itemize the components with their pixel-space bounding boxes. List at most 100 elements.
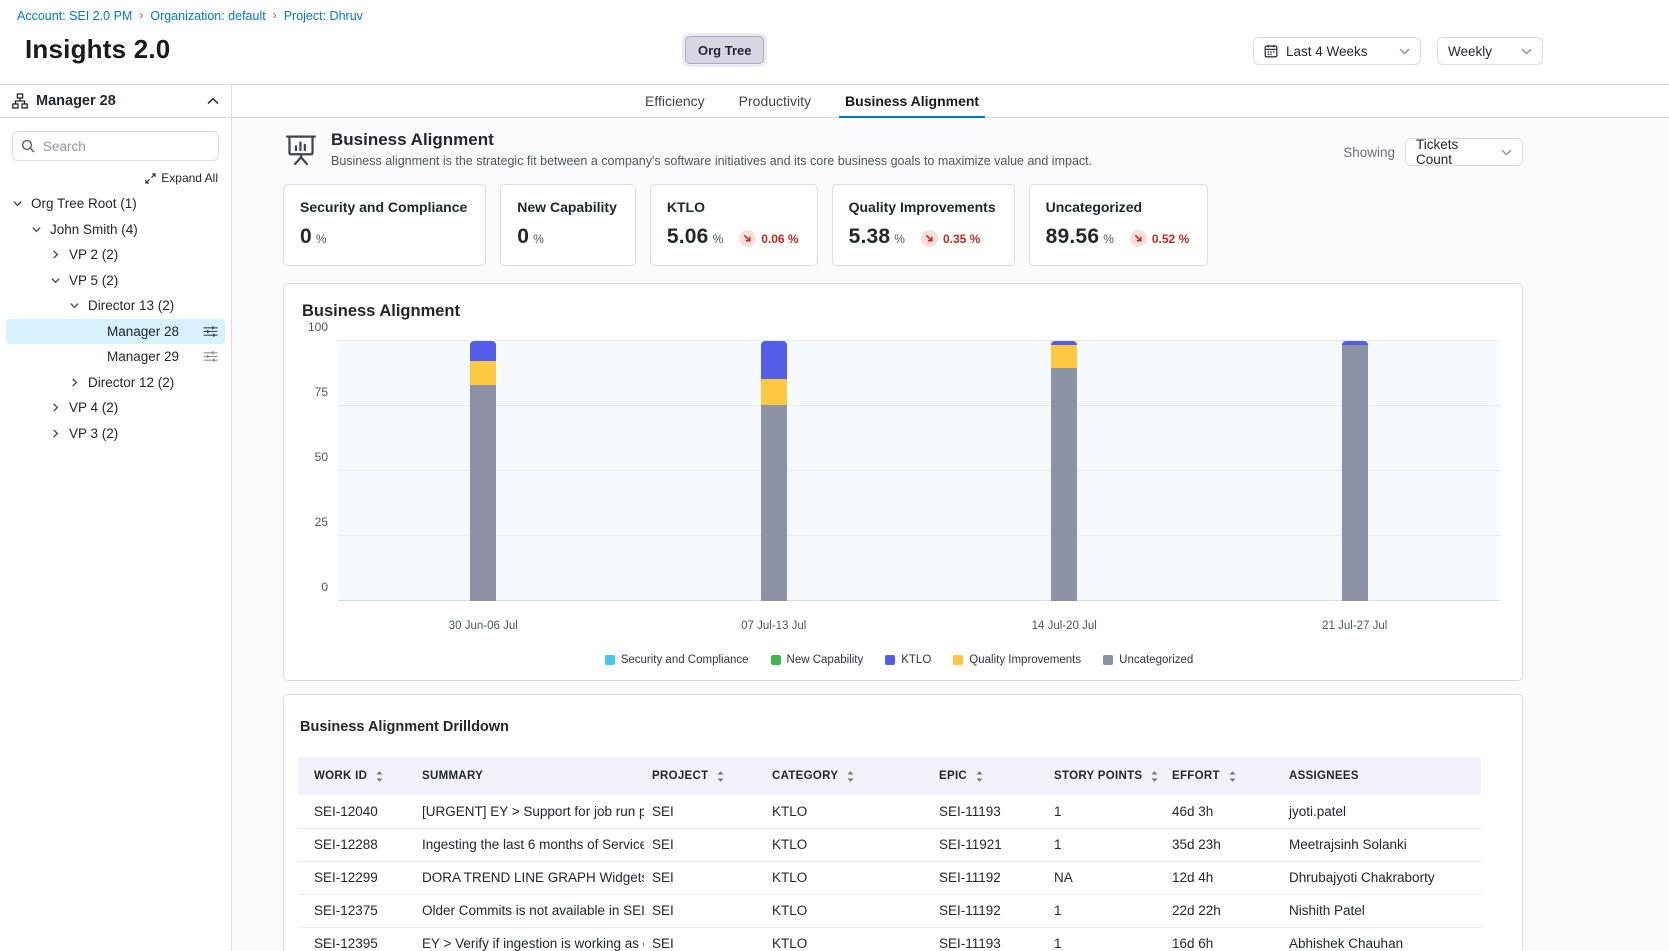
cell-epic: SEI-11192: [931, 894, 1046, 927]
chart-x-axis-labels: 30 Jun-06 Jul07 Jul-13 Jul14 Jul-20 Jul2…: [338, 620, 1500, 632]
cell-work-id: SEI-12040: [298, 795, 414, 828]
sliders-icon[interactable]: [203, 325, 218, 338]
presentation-chart-icon: [283, 130, 319, 167]
search-input[interactable]: [12, 131, 219, 161]
tree-item-manager-29[interactable]: Manager 29: [6, 344, 225, 370]
chevron-right-icon[interactable]: [50, 249, 69, 260]
sidebar-title: Manager 28: [36, 93, 116, 109]
sort-arrows-icon[interactable]: [974, 770, 985, 783]
column-header-label: STORY POINTS: [1054, 770, 1142, 782]
gridline-100: [338, 340, 1500, 341]
interval-select[interactable]: Weekly: [1437, 37, 1543, 65]
tree-item-john-smith-4[interactable]: John Smith (4): [6, 217, 225, 243]
section-title: Business Alignment: [331, 130, 1092, 150]
stacked-bar-chart: 0255075100 30 Jun-06 Jul07 Jul-13 Jul14 …: [338, 341, 1500, 632]
tab-efficiency[interactable]: Efficiency: [645, 85, 705, 117]
cell-story-points: 1: [1046, 894, 1164, 927]
kpi-value: 0: [300, 225, 312, 249]
chevron-down-icon[interactable]: [12, 198, 31, 209]
sort-arrows-icon[interactable]: [1227, 770, 1238, 783]
drilldown-title: Business Alignment Drilldown: [300, 719, 1506, 735]
chevron-down-icon[interactable]: [69, 300, 88, 311]
kpi-unit: %: [1103, 232, 1114, 246]
bar-30-jun-06-jul[interactable]: [470, 341, 496, 601]
search-box: [12, 131, 219, 161]
interval-value: Weekly: [1448, 44, 1492, 59]
kpi-card-title: New Capability: [517, 199, 617, 215]
date-range-select[interactable]: Last 4 Weeks: [1253, 37, 1421, 65]
legend-item-security-and-compliance: Security and Compliance: [605, 654, 749, 666]
y-axis-tick-100: 100: [308, 320, 328, 334]
showing-select[interactable]: Tickets Count: [1405, 138, 1523, 166]
column-header-effort[interactable]: EFFORT: [1164, 757, 1281, 795]
sort-arrows-icon[interactable]: [715, 770, 726, 783]
kpi-card-security-and-compliance: Security and Compliance 0%: [283, 184, 486, 266]
chevron-right-icon[interactable]: [69, 377, 88, 388]
tab-business-alignment[interactable]: Business Alignment: [845, 85, 979, 117]
column-header-inner: SUMMARY: [422, 770, 636, 782]
bar-21-jul-27-jul[interactable]: [1342, 341, 1368, 601]
sort-arrows-icon[interactable]: [1149, 770, 1160, 783]
table-row[interactable]: SEI-12375Older Commits is not available …: [298, 894, 1481, 927]
showing-control: Showing Tickets Count: [1343, 130, 1523, 166]
sort-arrows-icon[interactable]: [845, 770, 856, 783]
tree-item-director-12-2[interactable]: Director 12 (2): [6, 370, 225, 396]
kpi-value-row: 0%: [300, 225, 467, 249]
org-tree-button[interactable]: Org Tree: [685, 36, 764, 64]
breadcrumb-project-link[interactable]: Project: Dhruv: [284, 9, 363, 23]
legend-label: Uncategorized: [1119, 654, 1193, 666]
kpi-card-title: Security and Compliance: [300, 199, 467, 215]
sort-arrows-icon[interactable]: [374, 770, 385, 783]
bar-segment-uncategorized: [470, 385, 496, 601]
column-header-label: EFFORT: [1172, 770, 1220, 782]
chevron-right-icon[interactable]: [50, 428, 69, 439]
column-header-epic[interactable]: EPIC: [931, 757, 1046, 795]
bar-14-jul-20-jul[interactable]: [1051, 341, 1077, 601]
table-row[interactable]: SEI-12288Ingesting the last 6 months of …: [298, 828, 1481, 861]
tree-item-label: Manager 28: [107, 324, 179, 339]
table-row[interactable]: SEI-12040[URGENT] EY > Support for job r…: [298, 795, 1481, 828]
breadcrumb-organization-link[interactable]: Organization: default: [150, 9, 265, 23]
cell-assignees: jyoti.patel: [1281, 795, 1481, 828]
column-header-project[interactable]: PROJECT: [644, 757, 764, 795]
tab-productivity[interactable]: Productivity: [739, 85, 811, 117]
tree-item-vp-5-2[interactable]: VP 5 (2): [6, 268, 225, 294]
table-row[interactable]: SEI-12299DORA TREND LINE GRAPH Widgets i…: [298, 861, 1481, 894]
x-axis-label-14-jul-20-jul: 14 Jul-20 Jul: [919, 620, 1210, 632]
tree-item-vp-2-2[interactable]: VP 2 (2): [6, 242, 225, 268]
column-header-story-points[interactable]: STORY POINTS: [1046, 757, 1164, 795]
table-row[interactable]: SEI-12395EY > Verify if ingestion is wor…: [298, 927, 1481, 951]
column-header-category[interactable]: CATEGORY: [764, 757, 931, 795]
chevron-right-icon[interactable]: [50, 402, 69, 413]
sliders-icon[interactable]: [203, 350, 218, 363]
kpi-delta-badge: 0.06 %: [739, 230, 798, 247]
column-header-inner: EFFORT: [1172, 770, 1273, 783]
column-header-inner: PROJECT: [652, 770, 756, 783]
column-header-inner: CATEGORY: [772, 770, 923, 783]
tree-item-vp-3-2[interactable]: VP 3 (2): [6, 421, 225, 447]
chevron-down-icon: [1399, 48, 1410, 55]
section-description: Business alignment is the strategic fit …: [331, 154, 1092, 168]
chart-plot-area: 0255075100: [338, 341, 1500, 601]
chevron-up-icon[interactable]: [207, 97, 219, 105]
breadcrumb-account-link[interactable]: Account: SEI 2.0 PM: [17, 9, 132, 23]
cell-assignees: Nishith Patel: [1281, 894, 1481, 927]
section-header-text: Business Alignment Business alignment is…: [331, 130, 1092, 168]
cell-story-points: 1: [1046, 828, 1164, 861]
expand-all-button[interactable]: Expand All: [0, 171, 218, 185]
tree-item-org-tree-root-1[interactable]: Org Tree Root (1): [6, 191, 225, 217]
tree-item-manager-28[interactable]: Manager 28: [6, 319, 225, 345]
bar-07-jul-13-jul[interactable]: [761, 341, 787, 601]
cell-project: SEI: [644, 828, 764, 861]
column-header-inner: WORK ID: [314, 770, 406, 783]
cell-story-points: 1: [1046, 795, 1164, 828]
column-header-work-id[interactable]: WORK ID: [298, 757, 414, 795]
tree-item-label: Org Tree Root (1): [31, 196, 137, 211]
cell-summary: Ingesting the last 6 months of ServiceN.…: [414, 828, 644, 861]
kpi-value: 5.38: [849, 225, 891, 249]
chevron-down-icon[interactable]: [31, 224, 50, 235]
tree-item-director-13-2[interactable]: Director 13 (2): [6, 293, 225, 319]
content-area: Business Alignment Business alignment is…: [232, 118, 1669, 951]
chevron-down-icon[interactable]: [50, 275, 69, 286]
tree-item-vp-4-2[interactable]: VP 4 (2): [6, 395, 225, 421]
